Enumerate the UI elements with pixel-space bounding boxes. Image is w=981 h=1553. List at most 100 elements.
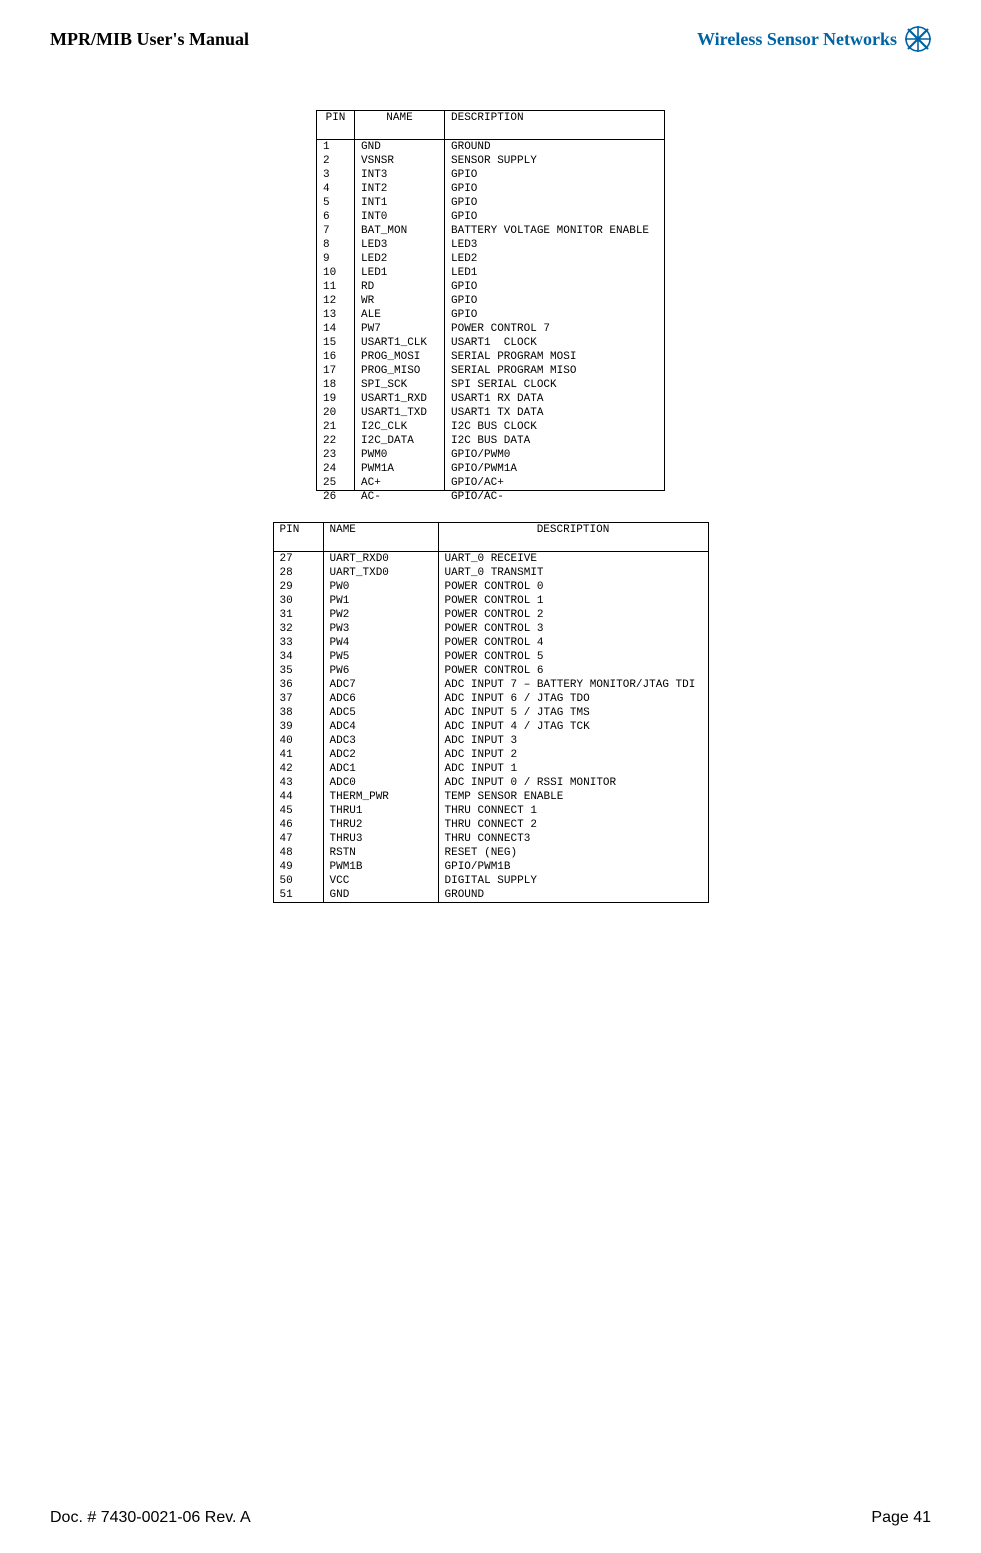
header-right-text: Wireless Sensor Networks	[697, 29, 897, 50]
cell-desc: LED1	[445, 266, 665, 280]
cell-pin: 21	[317, 420, 355, 434]
table-row: 49PWM1BGPIO/PWM1B	[273, 860, 708, 874]
cell-name: PW7	[355, 322, 445, 336]
cell-name: USART1_TXD	[355, 406, 445, 420]
cell-name: PWM1B	[323, 860, 438, 874]
table-row: 22I2C_DATAI2C BUS DATA	[317, 434, 665, 448]
cell-desc: GPIO/PWM0	[445, 448, 665, 462]
cell-pin: 15	[317, 336, 355, 350]
cell-pin: 18	[317, 378, 355, 392]
cell-name: PW2	[323, 608, 438, 622]
cell-name: ADC7	[323, 678, 438, 692]
cell-pin: 44	[273, 790, 323, 804]
cell-name: VSNSR	[355, 154, 445, 168]
cell-pin: 27	[273, 552, 323, 567]
cell-pin: 6	[317, 210, 355, 224]
cell-desc: ADC INPUT 4 / JTAG TCK	[438, 720, 708, 734]
cell-desc: THRU CONNECT 2	[438, 818, 708, 832]
t1-h-desc: DESCRIPTION	[445, 111, 665, 140]
table-row: 46THRU2THRU CONNECT 2	[273, 818, 708, 832]
table-row: 29PW0POWER CONTROL 0	[273, 580, 708, 594]
cell-pin: 47	[273, 832, 323, 846]
table-row: 25AC+GPIO/AC+	[317, 476, 665, 491]
cell-pin: 49	[273, 860, 323, 874]
table-row: 12WRGPIO	[317, 294, 665, 308]
cell-desc: POWER CONTROL 0	[438, 580, 708, 594]
table-row: 50VCCDIGITAL SUPPLY	[273, 874, 708, 888]
cell-pin: 22	[317, 434, 355, 448]
cell-pin: 38	[273, 706, 323, 720]
table-row: 20USART1_TXDUSART1 TX DATA	[317, 406, 665, 420]
cell-pin: 34	[273, 650, 323, 664]
header-right: Wireless Sensor Networks	[697, 26, 931, 52]
cell-pin: 39	[273, 720, 323, 734]
cell-name: I2C_CLK	[355, 420, 445, 434]
cell-pin: 14	[317, 322, 355, 336]
cell-desc: POWER CONTROL 6	[438, 664, 708, 678]
table-row: 27UART_RXD0UART_0 RECEIVE	[273, 552, 708, 567]
cell-name: PW1	[323, 594, 438, 608]
table-row: 23PWM0GPIO/PWM0	[317, 448, 665, 462]
table-row: 41ADC2ADC INPUT 2	[273, 748, 708, 762]
cell-pin: 43	[273, 776, 323, 790]
table-row: 35PW6POWER CONTROL 6	[273, 664, 708, 678]
cell-pin: 1	[317, 140, 355, 155]
cell-name: ADC6	[323, 692, 438, 706]
t1-h-name: NAME	[355, 111, 445, 140]
cell-pin: 5	[317, 196, 355, 210]
cell-desc: ADC INPUT 5 / JTAG TMS	[438, 706, 708, 720]
cell-desc: ADC INPUT 2	[438, 748, 708, 762]
cell-name: PW3	[323, 622, 438, 636]
cell-name: LED3	[355, 238, 445, 252]
cell-name: PROG_MOSI	[355, 350, 445, 364]
cell-name: INT0	[355, 210, 445, 224]
table-row: 18SPI_SCKSPI SERIAL CLOCK	[317, 378, 665, 392]
cell-name: LED1	[355, 266, 445, 280]
cell-name: I2C_DATA	[355, 434, 445, 448]
table-row: 17PROG_MISOSERIAL PROGRAM MISO	[317, 364, 665, 378]
table-row: 1GNDGROUND	[317, 140, 665, 155]
cell-name: INT3	[355, 168, 445, 182]
cell-desc: POWER CONTROL 2	[438, 608, 708, 622]
cell-desc: TEMP SENSOR ENABLE	[438, 790, 708, 804]
cell-name: ADC0	[323, 776, 438, 790]
cell-name: WR	[355, 294, 445, 308]
cell-name: INT2	[355, 182, 445, 196]
table-row: 5INT1GPIO	[317, 196, 665, 210]
cell-name: PW5	[323, 650, 438, 664]
cell-name: PW6	[323, 664, 438, 678]
cell-name: LED2	[355, 252, 445, 266]
table-row: 51GNDGROUND	[273, 888, 708, 903]
cell-desc: UART_0 RECEIVE	[438, 552, 708, 567]
cell-desc: THRU CONNECT 1	[438, 804, 708, 818]
cell-pin: 11	[317, 280, 355, 294]
cell-desc: USART1 TX DATA	[445, 406, 665, 420]
cell-desc: RESET (NEG)	[438, 846, 708, 860]
cell-name: ADC5	[323, 706, 438, 720]
cell-pin: 2	[317, 154, 355, 168]
cell-name: BAT_MON	[355, 224, 445, 238]
cell-desc: GPIO/PWM1B	[438, 860, 708, 874]
cell-name: PW0	[323, 580, 438, 594]
cell-desc: GPIO/AC-	[445, 490, 665, 504]
page-footer: Doc. # 7430-0021-06 Rev. A Page 41	[50, 1509, 931, 1527]
cell-pin: 3	[317, 168, 355, 182]
cell-name: THRU2	[323, 818, 438, 832]
cell-desc: DIGITAL SUPPLY	[438, 874, 708, 888]
table-row: 8LED3LED3	[317, 238, 665, 252]
table-row: 37ADC6ADC INPUT 6 / JTAG TDO	[273, 692, 708, 706]
pin-table-2: PIN NAME DESCRIPTION 27UART_RXD0UART_0 R…	[273, 522, 709, 903]
cell-pin: 50	[273, 874, 323, 888]
table-row: 21I2C_CLKI2C BUS CLOCK	[317, 420, 665, 434]
table-row: 6INT0GPIO	[317, 210, 665, 224]
table-row: 26 AC- GPIO/AC-	[317, 490, 665, 504]
cell-desc: GPIO	[445, 294, 665, 308]
cell-name: THRU3	[323, 832, 438, 846]
table-row: 3INT3GPIO	[317, 168, 665, 182]
cell-desc: POWER CONTROL 1	[438, 594, 708, 608]
cell-pin: 10	[317, 266, 355, 280]
table-row: 14PW7POWER CONTROL 7	[317, 322, 665, 336]
cell-name: SPI_SCK	[355, 378, 445, 392]
tables-container: PIN NAME DESCRIPTION 1GNDGROUND2VSNSRSEN…	[50, 110, 931, 903]
cell-desc: SERIAL PROGRAM MOSI	[445, 350, 665, 364]
